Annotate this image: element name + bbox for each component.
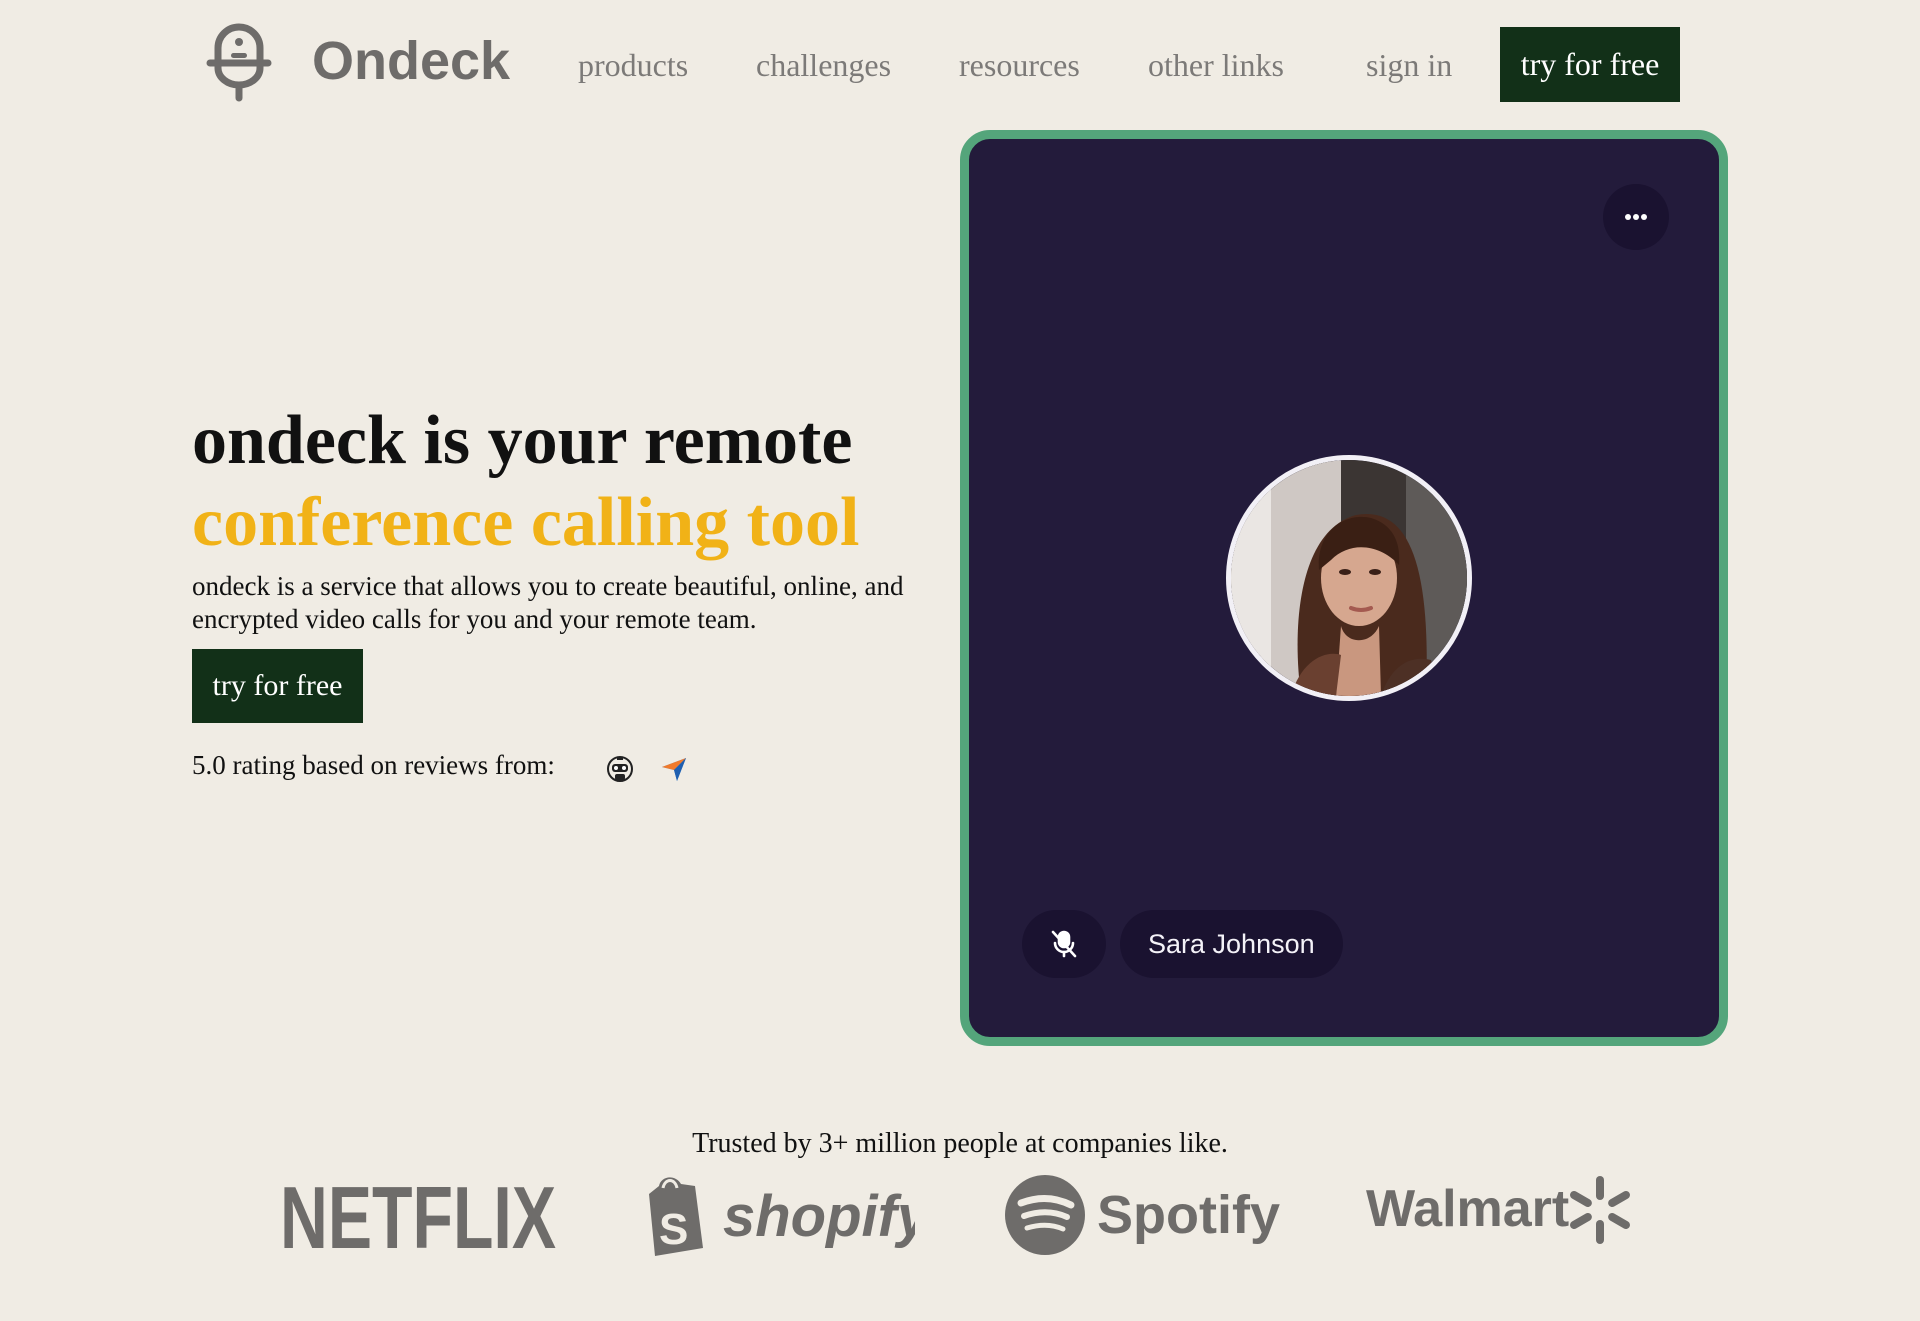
nav-challenges[interactable]: challenges <box>756 44 891 86</box>
hero-title: ondeck is your remote conference calling… <box>192 400 859 564</box>
mic-off-icon <box>1051 930 1077 958</box>
mute-toggle-button[interactable] <box>1022 910 1106 978</box>
nav-resources[interactable]: resources <box>959 44 1080 86</box>
participant-name-label: Sara Johnson <box>1120 910 1343 978</box>
more-options-button[interactable] <box>1603 184 1669 250</box>
more-dots-icon <box>1625 214 1647 220</box>
shopify-wordmark: shopify <box>723 1184 915 1249</box>
rating-text: 5.0 rating based on reviews from: <box>192 750 555 780</box>
microphone-logo-icon <box>206 23 272 102</box>
shopify-logo: S shopify <box>649 1177 915 1256</box>
header-try-free-button[interactable]: try for free <box>1500 27 1680 102</box>
nav-products[interactable]: products <box>578 44 688 86</box>
walmart-logo: Walmart <box>1366 1176 1630 1244</box>
sign-in-link[interactable]: sign in <box>1366 44 1452 86</box>
robot-icon <box>607 756 633 782</box>
netflix-wordmark: NETFLIX <box>280 1172 556 1252</box>
spotify-wordmark: Spotify <box>1097 1185 1280 1245</box>
svg-text:S: S <box>659 1205 688 1254</box>
hero-try-free-button[interactable]: try for free <box>192 649 363 723</box>
nav-other-links[interactable]: other links <box>1148 44 1284 86</box>
hero-description: ondeck is a service that allows you to c… <box>192 571 904 634</box>
spotify-logo: Spotify <box>1005 1175 1280 1255</box>
participant-avatar <box>1226 455 1472 701</box>
video-call-card: Sara Johnson <box>960 130 1728 1046</box>
trusted-by-text: Trusted by 3+ million people at companie… <box>692 1128 1228 1159</box>
brand-name[interactable]: Ondeck <box>312 28 510 94</box>
paper-plane-icon <box>662 758 686 781</box>
hero-title-highlight: conference calling tool <box>192 484 860 561</box>
walmart-wordmark: Walmart <box>1366 1180 1569 1238</box>
hero-title-line1: ondeck is your remote <box>192 402 853 479</box>
netflix-logo: NETFLIX <box>280 1172 556 1252</box>
participant-photo <box>1231 460 1467 696</box>
